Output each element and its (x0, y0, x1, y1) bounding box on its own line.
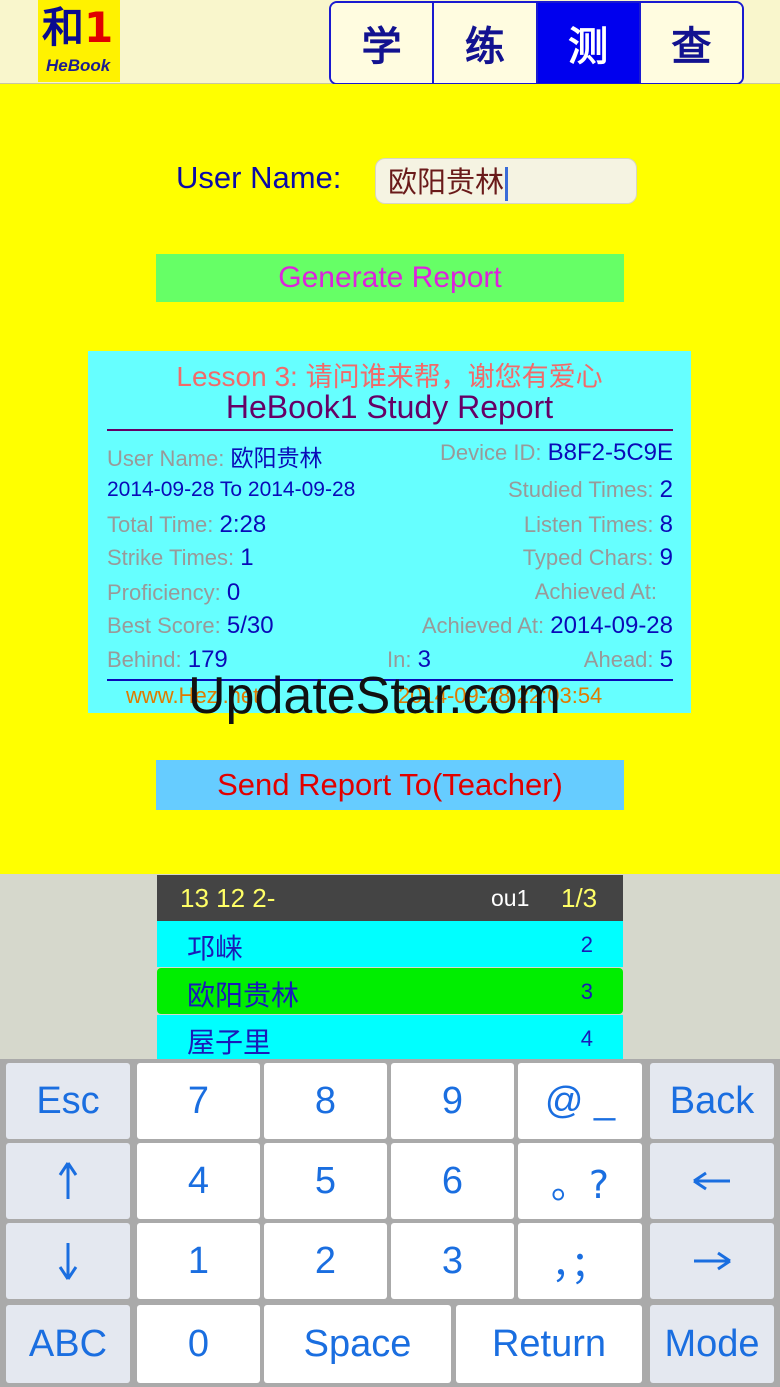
report-row-best: Best Score: 5/30 Achieved At: 2014-09-28 (107, 612, 673, 639)
tab-practice[interactable]: 练 (434, 3, 538, 83)
esc-key[interactable]: Esc (6, 1063, 130, 1139)
key-8[interactable]: 8 (264, 1063, 387, 1139)
candidate-page[interactable]: 1/3 (561, 883, 597, 914)
mode-key[interactable]: Mode (650, 1305, 774, 1383)
candidate-item-selected[interactable]: 欧阳贵林 3 (157, 968, 623, 1014)
right-key[interactable] (650, 1223, 774, 1299)
key-comma-semicolon[interactable]: ，； (518, 1223, 642, 1299)
key-at-underscore[interactable]: @ _ (518, 1063, 642, 1139)
report-row-strike: Strike Times: 1 Typed Chars: 9 (107, 544, 673, 571)
user-name-label: User Name: (176, 160, 342, 195)
back-key[interactable]: Back (650, 1063, 774, 1139)
text-caret (505, 167, 509, 201)
study-report: Lesson 3: 请问谁来帮，谢您有爱心 HeBook1 Study Repo… (88, 351, 691, 713)
keyboard: Esc 7 8 9 @ _ Back 4 5 6 。? 1 2 3 ，； ABC… (0, 1059, 780, 1387)
candidate-item[interactable]: 屋子里 4 (157, 1015, 623, 1061)
report-row-time: Total Time: 2:28 Listen Times: 8 (107, 511, 673, 538)
tab-lookup[interactable]: 查 (640, 3, 742, 83)
mode-tabs: 学 练 测 查 (329, 1, 744, 85)
divider (107, 429, 673, 431)
key-2[interactable]: 2 (264, 1223, 387, 1299)
logo-mark: 和1 (42, 3, 114, 52)
left-key[interactable] (650, 1143, 774, 1219)
logo-name: HeBook (46, 56, 111, 75)
key-1[interactable]: 1 (137, 1223, 260, 1299)
key-6[interactable]: 6 (391, 1143, 514, 1219)
report-title: HeBook1 Study Report (225, 389, 554, 425)
key-7[interactable]: 7 (137, 1063, 260, 1139)
return-key[interactable]: Return (456, 1305, 642, 1383)
input-code: 13 12 2- (180, 883, 276, 913)
hebook-logo: 和1 HeBook (38, 0, 120, 82)
key-9[interactable]: 9 (391, 1063, 514, 1139)
right-arrow-icon (694, 1251, 731, 1271)
pinyin-hint: ou1 (491, 885, 530, 911)
watermark: UpdateStar.com (188, 667, 561, 725)
candidate-item[interactable]: 邛崃 2 (157, 921, 623, 967)
tab-test[interactable]: 测 (537, 3, 641, 83)
abc-key[interactable]: ABC (6, 1305, 130, 1383)
key-period-question[interactable]: 。? (518, 1143, 642, 1219)
up-arrow-icon (58, 1162, 78, 1199)
space-key[interactable]: Space (264, 1305, 451, 1383)
key-3[interactable]: 3 (391, 1223, 514, 1299)
tab-learn[interactable]: 学 (331, 3, 435, 83)
key-0[interactable]: 0 (137, 1305, 260, 1383)
user-name-input[interactable]: 欧阳贵林 (375, 158, 637, 204)
generate-report-button[interactable]: Generate Report (156, 254, 624, 302)
user-name-value: 欧阳贵林 (388, 165, 505, 199)
report-row-dates: 2014-09-28 To 2014-09-28 Studied Times: … (107, 476, 673, 503)
down-key[interactable] (6, 1223, 130, 1299)
candidate-header: 13 12 2- ou1 1/3 (157, 875, 623, 921)
up-key[interactable] (6, 1143, 130, 1219)
key-5[interactable]: 5 (264, 1143, 387, 1219)
report-row-proficiency: Proficiency: 0 Achieved At: (107, 579, 657, 606)
key-4[interactable]: 4 (137, 1143, 260, 1219)
send-report-button[interactable]: Send Report To(Teacher) (156, 760, 624, 810)
report-row-user: User Name: 欧阳贵林 Device ID: B8F2-5C9E (107, 439, 673, 472)
left-arrow-icon (693, 1171, 730, 1191)
down-arrow-icon (58, 1243, 78, 1280)
